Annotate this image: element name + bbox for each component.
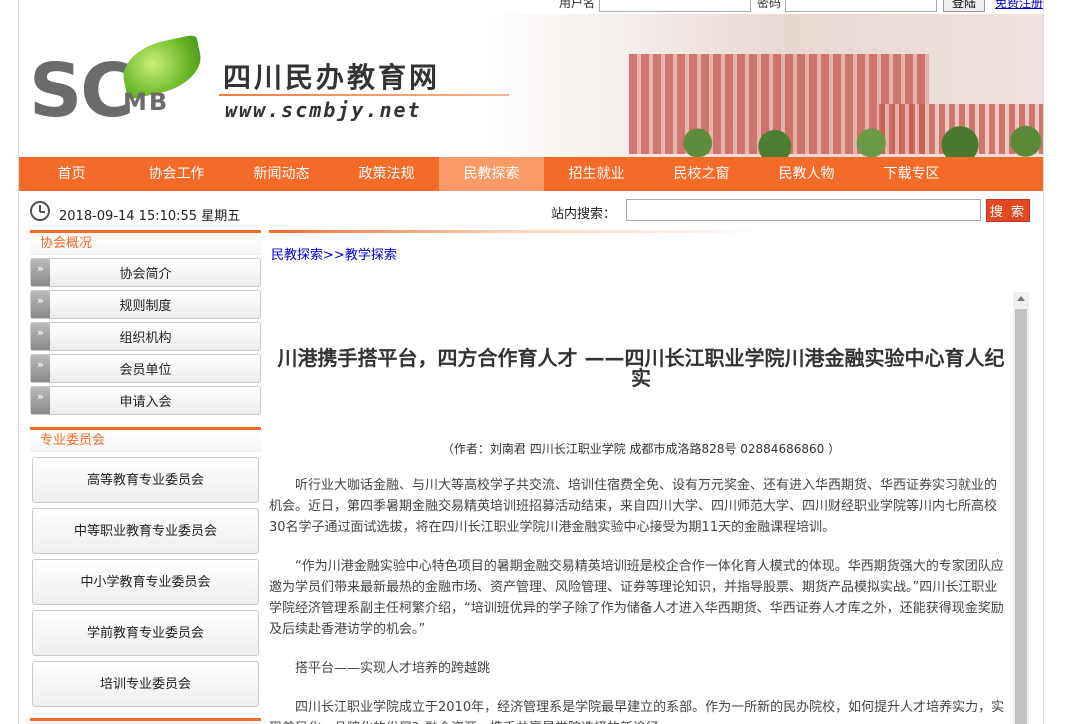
site-url: www.scmbjy.net bbox=[225, 98, 422, 122]
sidebar-item-members[interactable]: » 会员单位 bbox=[30, 354, 261, 383]
double-chevron-icon: » bbox=[31, 291, 50, 318]
article-paragraph: 听行业大咖话金融、与川大等高校学子共交流、培训住宿费全免、设有万元奖金、还有进入… bbox=[269, 478, 998, 535]
scroll-up-arrow-icon[interactable] bbox=[1017, 296, 1025, 301]
header-banner: SC MB 四川民办教育网 www.scmbjy.net bbox=[19, 14, 1043, 157]
sidebar-committees-title: 专业委员会 bbox=[30, 430, 261, 452]
main-nav: 首页 协会工作 新闻动态 政策法规 民教探索 招生就业 民校之窗 民教人物 下载… bbox=[19, 157, 1043, 191]
breadcrumb-teaching[interactable]: 教学探索 bbox=[345, 248, 397, 263]
search-input[interactable] bbox=[626, 199, 981, 221]
committee-training[interactable]: 培训专业委员会 bbox=[32, 661, 259, 707]
sidebar-item-apply[interactable]: » 申请入会 bbox=[30, 386, 261, 415]
article-frame[interactable]: 川港携手搭平台，四方合作育人才 ——四川长江职业学院川港金融实验中心育人纪实 （… bbox=[269, 292, 1013, 724]
username-input[interactable] bbox=[598, 0, 751, 12]
sidebar-next-box bbox=[30, 718, 261, 724]
main-content: 民教探索>>教学探索 川港携手搭平台，四方合作育人才 ——四川长江职业学院川港金… bbox=[269, 230, 1031, 724]
sidebar-item-label: 协会简介 bbox=[119, 267, 172, 282]
article-paragraph: 四川长江职业学院成立于2010年，经济管理系是学院最早建立的系部。作为一所新的民… bbox=[269, 700, 1005, 724]
sidebar-item-label: 组织机构 bbox=[119, 331, 172, 346]
login-button[interactable]: 登陆 bbox=[942, 0, 985, 12]
nav-item-downloads[interactable]: 下载专区 bbox=[859, 157, 964, 191]
logo-text-sc: SC bbox=[29, 48, 135, 134]
article-scrollbar[interactable] bbox=[1013, 292, 1029, 724]
sidebar-item-label: 规则制度 bbox=[119, 299, 172, 314]
breadcrumb-separator: >> bbox=[323, 248, 345, 263]
content-divider bbox=[269, 230, 769, 233]
nav-item-exploration[interactable]: 民教探索 bbox=[439, 157, 544, 191]
sidebar-overview-title: 协会概况 bbox=[30, 233, 261, 255]
committee-higher-education[interactable]: 高等教育专业委员会 bbox=[32, 457, 259, 503]
nav-item-people[interactable]: 民教人物 bbox=[754, 157, 859, 191]
search-label: 站内搜索： bbox=[551, 207, 617, 222]
datetime: 2018-09-14 15:10:55 星期五 bbox=[59, 209, 241, 224]
committee-preschool[interactable]: 学前教育专业委员会 bbox=[32, 610, 259, 656]
breadcrumb-exploration[interactable]: 民教探索 bbox=[271, 248, 323, 263]
double-chevron-icon: » bbox=[31, 259, 50, 286]
nav-item-association-work[interactable]: 协会工作 bbox=[124, 157, 229, 191]
sidebar-item-intro[interactable]: » 协会简介 bbox=[30, 258, 261, 287]
nav-item-school-window[interactable]: 民校之窗 bbox=[649, 157, 754, 191]
password-label: 密码 bbox=[756, 0, 781, 10]
article-author: （作者：刘南君 四川长江职业学院 成都市成洛路828号 02884686860 … bbox=[441, 442, 841, 456]
password-input[interactable] bbox=[784, 0, 937, 12]
site-name-underline bbox=[219, 94, 509, 96]
nav-item-policy[interactable]: 政策法规 bbox=[334, 157, 439, 191]
sidebar-item-label: 申请入会 bbox=[119, 395, 172, 410]
campus-trees-image bbox=[659, 122, 1043, 157]
sidebar-item-label: 会员单位 bbox=[119, 363, 172, 378]
sidebar-item-organization[interactable]: » 组织机构 bbox=[30, 322, 261, 351]
scrollbar-thumb[interactable] bbox=[1015, 309, 1027, 724]
nav-item-admission[interactable]: 招生就业 bbox=[544, 157, 649, 191]
sidebar-committees: 专业委员会 高等教育专业委员会 中等职业教育专业委员会 中小学教育专业委员会 学… bbox=[30, 427, 261, 712]
login-bar: 用户名 密码 登陆 免费注册 bbox=[559, 0, 1043, 12]
double-chevron-icon: » bbox=[31, 323, 50, 350]
committee-primary-secondary[interactable]: 中小学教育专业委员会 bbox=[32, 559, 259, 605]
clock-icon bbox=[30, 201, 50, 221]
register-link[interactable]: 免费注册 bbox=[995, 0, 1043, 11]
committee-secondary-vocational[interactable]: 中等职业教育专业委员会 bbox=[32, 508, 259, 554]
page: 用户名 密码 登陆 免费注册 SC MB 四川民办教育网 www.scmbjy.… bbox=[18, 0, 1044, 724]
article-paragraph: 搭平台——实现人才培养的跨越跳 bbox=[295, 661, 491, 676]
search-button[interactable]: 搜 索 bbox=[986, 199, 1030, 222]
sidebar-item-rules[interactable]: » 规则制度 bbox=[30, 290, 261, 319]
site-name: 四川民办教育网 bbox=[223, 61, 441, 94]
nav-item-news[interactable]: 新闻动态 bbox=[229, 157, 334, 191]
double-chevron-icon: » bbox=[31, 355, 50, 382]
sidebar-overview: 协会概况 » 协会简介 » 规则制度 » 组织机构 » 会员单位 » 申请入会 bbox=[30, 230, 261, 418]
logo-text-mb: MB bbox=[123, 88, 170, 116]
breadcrumb: 民教探索>>教学探索 bbox=[271, 244, 397, 263]
double-chevron-icon: » bbox=[31, 387, 50, 414]
username-label: 用户名 bbox=[558, 0, 595, 10]
nav-item-home[interactable]: 首页 bbox=[19, 157, 124, 191]
article-title: 川港携手搭平台，四方合作育人才 ——四川长江职业学院川港金融实验中心育人纪实 bbox=[277, 346, 1005, 390]
article-paragraph: “作为川港金融实验中心特色项目的暑期金融交易精英培训班是校企合作一体化育人模式的… bbox=[269, 559, 1004, 637]
